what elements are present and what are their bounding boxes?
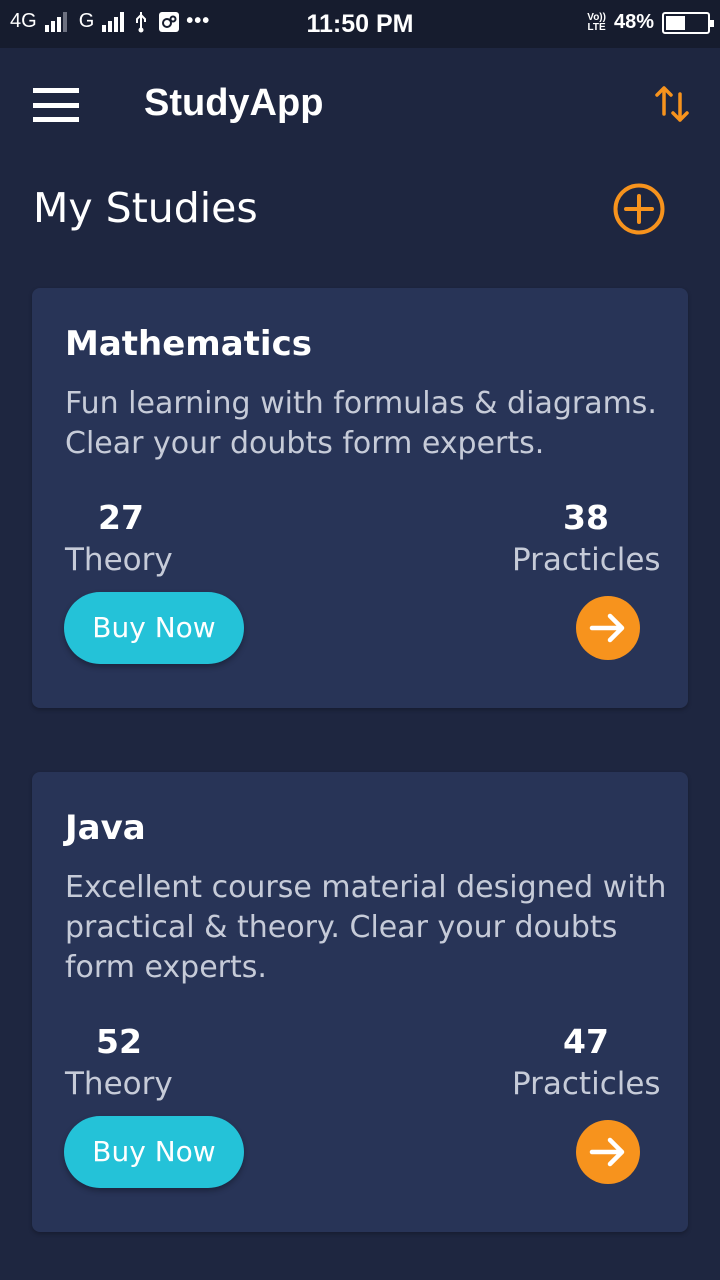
practicles-label: Practicles <box>512 542 661 578</box>
battery-level <box>666 15 686 30</box>
hamburger-menu-icon[interactable] <box>33 88 79 122</box>
practicles-label: Practicles <box>512 1066 661 1102</box>
volte-icon: Vo)) LTE <box>587 12 606 33</box>
theory-label: Theory <box>65 1066 173 1102</box>
battery-percent: 48% <box>613 11 654 33</box>
app-title: StudyApp <box>144 82 324 124</box>
course-card[interactable]: Mathematics Fun learning with formulas &… <box>32 288 688 708</box>
buy-now-button[interactable]: Buy Now <box>64 1116 244 1188</box>
status-right: Vo)) LTE 48% <box>587 11 714 34</box>
battery-icon <box>662 11 714 34</box>
app-bar: StudyApp <box>0 48 720 160</box>
sort-icon[interactable] <box>652 84 692 124</box>
lte-label: LTE <box>587 21 606 33</box>
section-title: My Studies <box>33 184 258 232</box>
arrow-right-icon[interactable] <box>576 596 640 660</box>
theory-count: 52 <box>96 1022 142 1061</box>
status-bar: 4G G ••• 11:50 PM Vo)) LTE 48% <box>0 0 720 48</box>
arrow-right-icon[interactable] <box>576 1120 640 1184</box>
course-title: Java <box>65 808 146 848</box>
add-circle-icon[interactable] <box>612 182 666 236</box>
theory-count: 27 <box>98 498 144 537</box>
course-description: Fun learning with formulas & diagrams. C… <box>65 386 657 461</box>
course-card[interactable]: Java Excellent course material designed … <box>32 772 688 1232</box>
practicles-count: 38 <box>563 498 609 537</box>
buy-now-button[interactable]: Buy Now <box>64 592 244 664</box>
theory-label: Theory <box>65 542 173 578</box>
course-description: Excellent course material designed with … <box>65 870 667 985</box>
practicles-count: 47 <box>563 1022 609 1061</box>
course-title: Mathematics <box>65 324 312 364</box>
